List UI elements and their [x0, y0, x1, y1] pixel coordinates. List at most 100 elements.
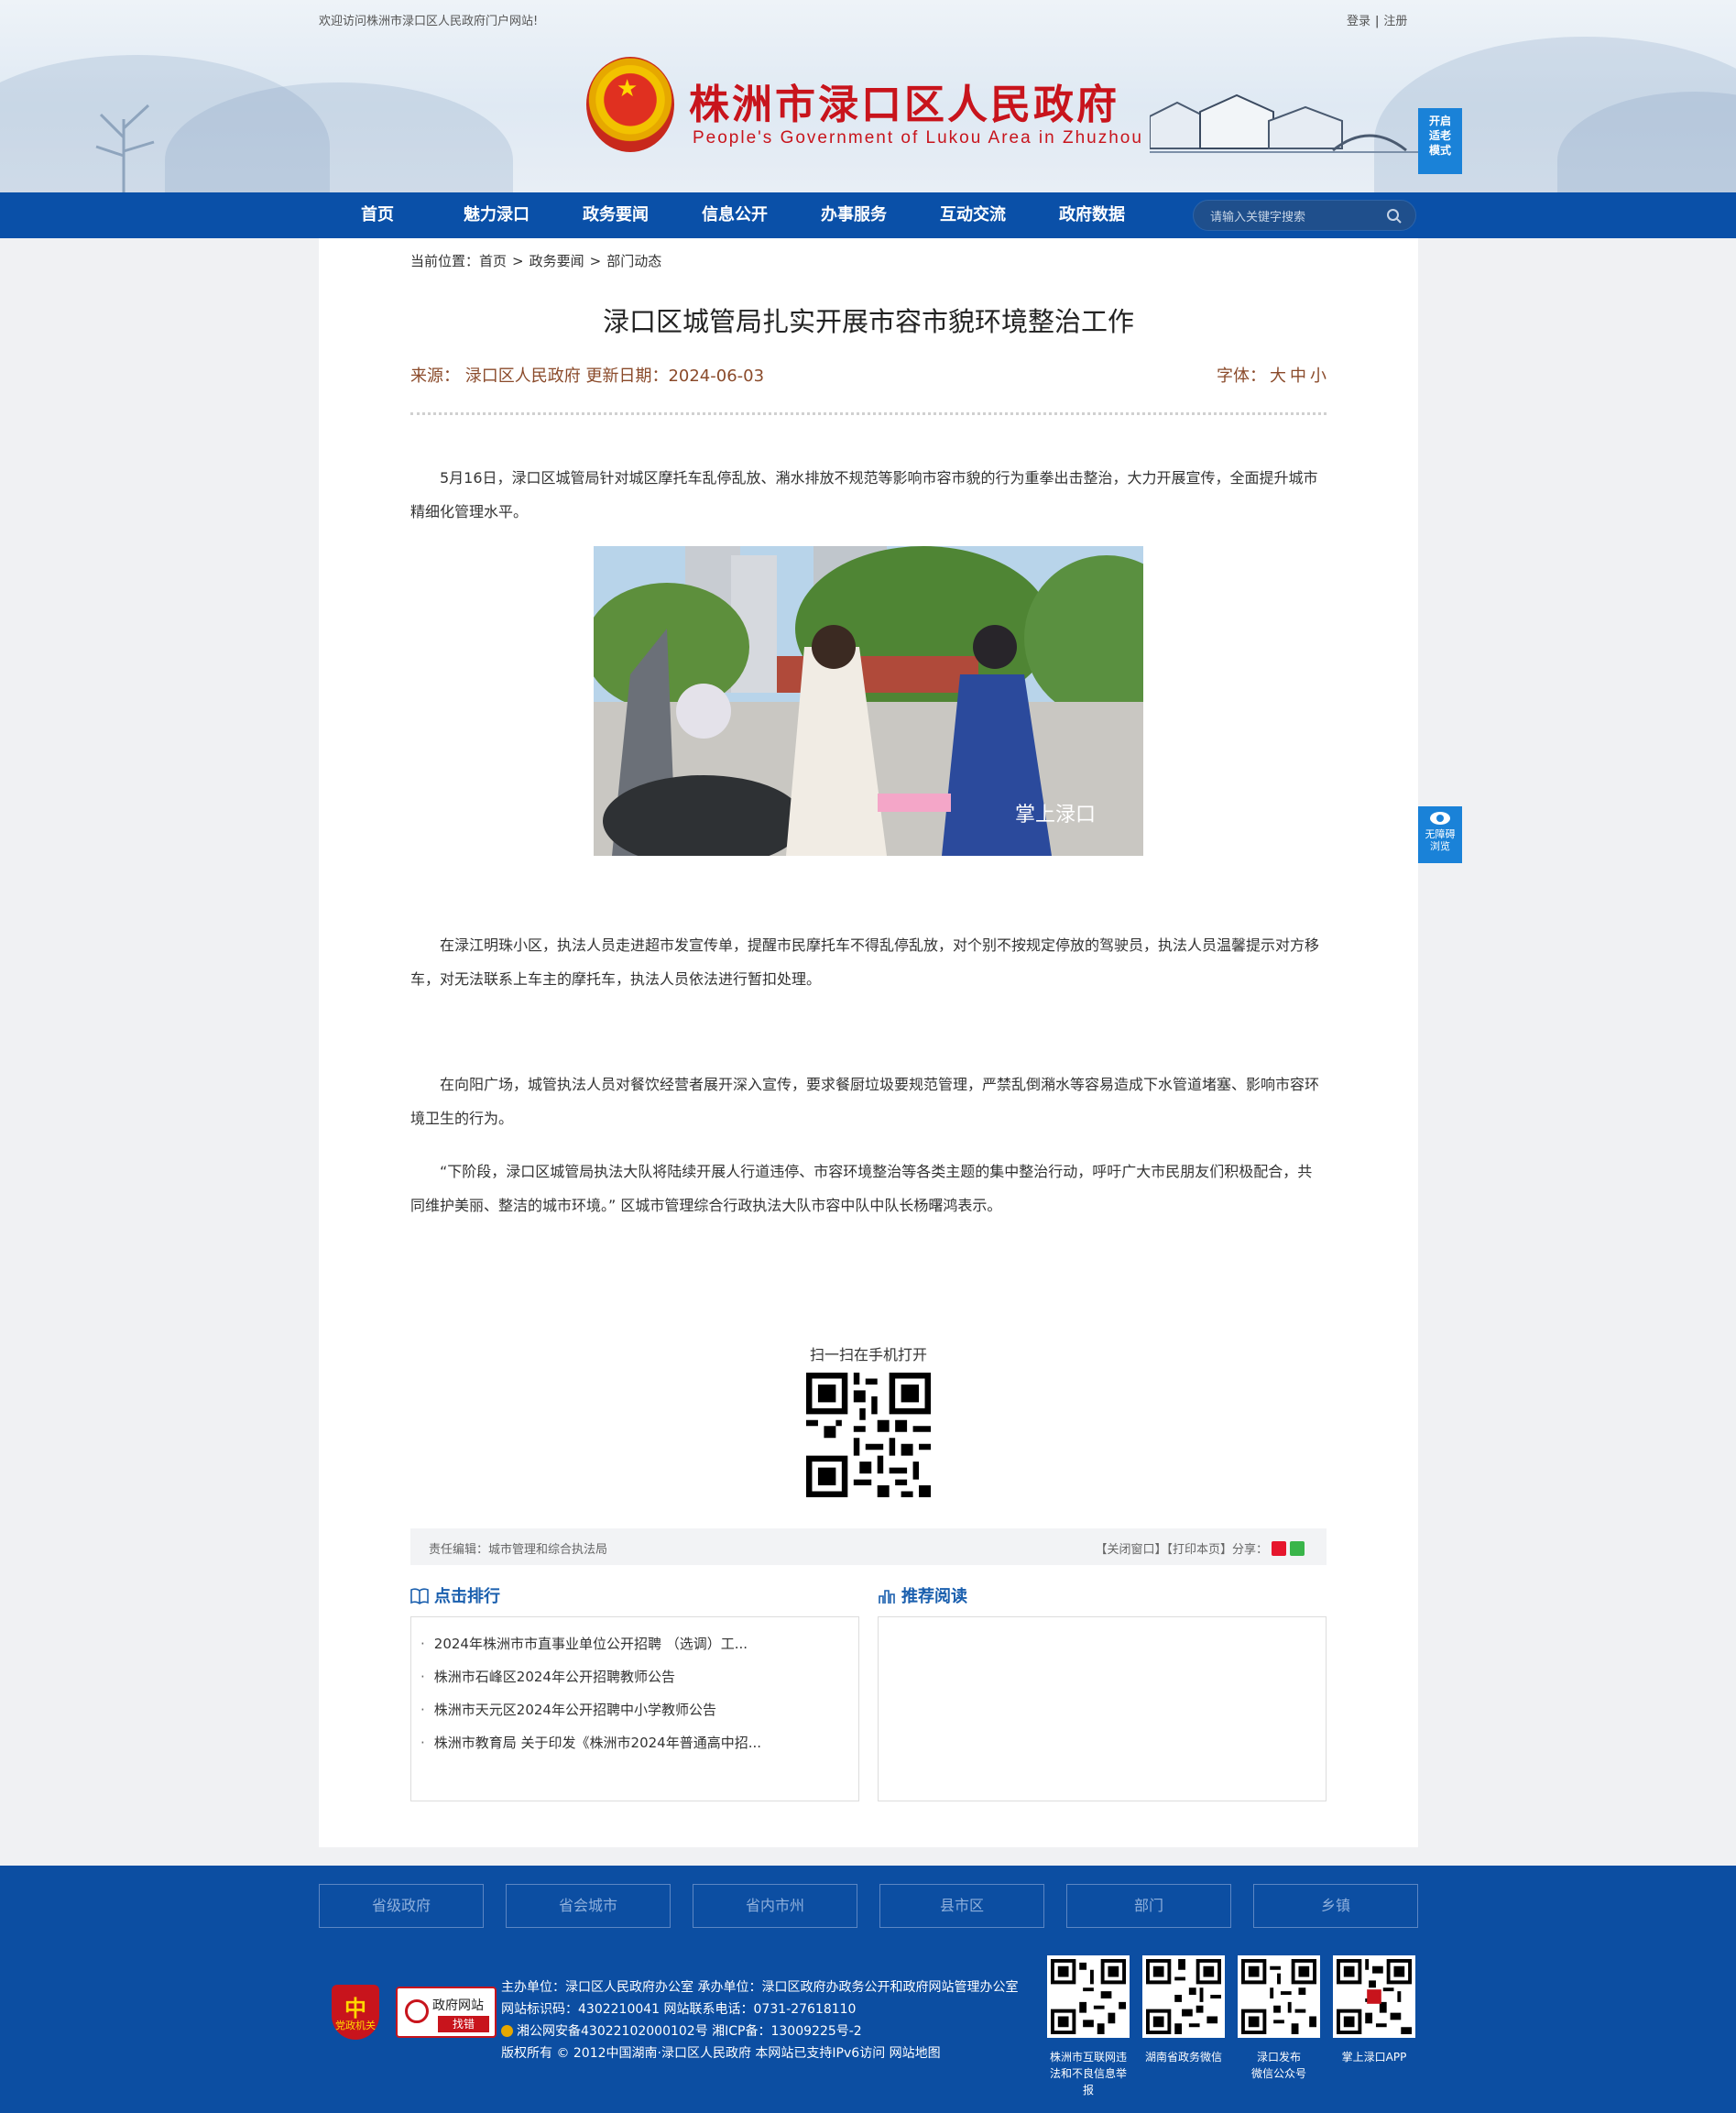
eye-icon — [1430, 812, 1450, 825]
footer-link-towns[interactable]: 乡镇 — [1253, 1884, 1418, 1928]
photo-watermark: 掌上渌口 — [1015, 804, 1096, 827]
ranking-item-text: 株洲市天元区2024年公开招聘中小学教师公告 — [433, 1702, 716, 1718]
report-error-line2: 找错 — [438, 2016, 489, 2032]
nav-item-charm-lukou[interactable]: 魅力渌口 — [464, 192, 530, 238]
qr-hunan-wechat — [1142, 1955, 1225, 2038]
qr-label-line: 湖南省政务微信 — [1144, 2051, 1222, 2064]
accessibility-button[interactable]: 无障碍 浏览 — [1418, 806, 1462, 863]
font-size-medium[interactable]: 中 — [1290, 367, 1306, 386]
qr-code-icon — [1146, 1959, 1221, 2034]
breadcrumb-news[interactable]: 政务要闻 — [530, 253, 584, 269]
footer-link-counties[interactable]: 县市区 — [879, 1884, 1044, 1928]
site-header: 欢迎访问株洲市渌口区人民政府门户网站! 登录 | 注册 ★ 株洲市渌口区人民政府 P… — [0, 0, 1736, 192]
article-paragraph: “下阶段，渌口区城管局执法大队将陆续开展人行道违停、市容环境整治等各类主题的集中… — [410, 1163, 1313, 1214]
bullet-icon: · — [420, 1636, 425, 1652]
footer-copyright: 版权所有 © 2012中国湖南·渌口区人民政府 本网站已支持IPv6访问 网站地… — [501, 2046, 941, 2061]
responsible-editor: 责任编辑：城市管理和综合执法局 — [429, 1543, 608, 1557]
breadcrumb-label: 当前位置： — [410, 253, 480, 269]
weibo-share-icon[interactable] — [1272, 1541, 1286, 1556]
bullet-icon: · — [420, 1735, 425, 1751]
nav-item-home[interactable]: 首页 — [361, 192, 394, 238]
footer-link-departments[interactable]: 部门 — [1066, 1884, 1231, 1928]
qr-label-line: 掌上渌口APP — [1341, 2051, 1407, 2064]
breadcrumb-dept-news[interactable]: 部门动态 — [606, 253, 661, 269]
search-input[interactable] — [1210, 206, 1375, 226]
national-emblem-icon: ★ — [586, 57, 674, 152]
article-tools: 【关闭窗口】【打印本页】分享： — [1095, 1539, 1305, 1557]
ranking-item-text: 株洲市石峰区2024年公开招聘教师公告 — [433, 1669, 675, 1685]
breadcrumb-sep: > — [589, 253, 602, 269]
site-footer: 省级政府 省会城市 省内市州 县市区 部门 乡镇 中 党政机关 政府网站 找错 … — [0, 1866, 1736, 2113]
nav-item-news[interactable]: 政务要闻 — [583, 192, 649, 238]
font-size-small[interactable]: 小 — [1310, 367, 1327, 386]
site-subtitle: People's Government of Lukou Area in Zhu… — [693, 128, 1143, 148]
close-window-link[interactable]: 【关闭窗口】 — [1095, 1543, 1166, 1557]
qr-label-hunan-wechat: 湖南省政务微信 — [1133, 2049, 1234, 2065]
search-icon[interactable] — [1386, 208, 1403, 224]
divider — [410, 412, 1327, 415]
recommend-box — [878, 1616, 1327, 1801]
qr-report-illegal — [1047, 1955, 1130, 2038]
magnifier-icon — [405, 1999, 429, 2023]
qr-code-icon — [1241, 1959, 1316, 2034]
editor-bar: 责任编辑：城市管理和综合执法局 【关闭窗口】【打印本页】分享： — [410, 1528, 1327, 1565]
ranking-item[interactable]: · 2024年株洲市市直事业单位公开招聘 （选调）工... — [420, 1634, 748, 1653]
footer-link-capital-cities[interactable]: 省会城市 — [506, 1884, 671, 1928]
register-link[interactable]: 注册 — [1383, 15, 1407, 28]
ranking-box: · 2024年株洲市市直事业单位公开招聘 （选调）工... · 株洲市石峰区2024… — [410, 1616, 859, 1801]
ranking-item[interactable]: · 株洲市天元区2024年公开招聘中小学教师公告 — [420, 1700, 716, 1719]
qr-label-lukou-app: 掌上渌口APP — [1324, 2049, 1425, 2065]
elder-mode-line: 模式 — [1428, 144, 1451, 157]
qr-label-line: 渌口发布 — [1256, 2051, 1301, 2064]
login-link[interactable]: 登录 — [1347, 15, 1370, 28]
article-card: 当前位置：首页 > 政务要闻 > 部门动态 渌口区城管局扎实开展市容市貌环境整治工作 来… — [319, 238, 1418, 1847]
footer-sponsor: 主办单位：渌口区人民政府办公室 承办单位：渌口区政府办政务公开和政府网站管理办公… — [501, 1980, 1019, 1995]
font-size-large[interactable]: 大 — [1270, 367, 1286, 386]
footer-record-text[interactable]: 湘公网安备43022102000102号 湘ICP备：13009225号-2 — [517, 2024, 862, 2039]
footer-link-province-cities[interactable]: 省内市州 — [693, 1884, 857, 1928]
breadcrumb-home[interactable]: 首页 — [479, 253, 507, 269]
bullet-icon: · — [420, 1669, 425, 1685]
ranking-item[interactable]: · 株洲市教育局 关于印发《株洲市2024年普通高中招... — [420, 1733, 761, 1752]
link-separator: | — [1375, 15, 1380, 28]
article-title: 渌口区城管局扎实开展市容市貌环境整治工作 — [602, 306, 1134, 337]
article-meta: 来源： 渌口区人民政府 更新日期：2024-06-03 — [410, 367, 765, 386]
photo-scene: 掌上渌口 — [594, 546, 1143, 856]
nav-item-info-disclosure[interactable]: 信息公开 — [702, 192, 768, 238]
tree-decoration-icon — [95, 104, 155, 192]
qr-label-lukou-wechat: 渌口发布 微信公众号 — [1228, 2049, 1329, 2082]
footer-site-id: 网站标识码：4302210041 网站联系电话：0731-27618110 — [501, 2002, 857, 2017]
nav-item-interaction[interactable]: 互动交流 — [940, 192, 1006, 238]
elder-mode-line: 适老 — [1428, 129, 1451, 142]
article-paragraph: 在向阳广场，城管执法人员对餐饮经营者展开深入宣传，要求餐厨垃圾要规范管理，严禁乱… — [410, 1076, 1320, 1127]
qr-code-icon — [806, 1373, 931, 1497]
qr-lukou-wechat — [1238, 1955, 1320, 2038]
article-paragraph: 5月16日，渌口区城管局针对城区摩托车乱停乱放、潲水排放不规范等影响市容市貌的行… — [410, 469, 1318, 520]
elder-mode-button[interactable]: 开启 适老 模式 — [1418, 108, 1462, 174]
qr-label-line: 株洲市互联网违 — [1049, 2051, 1127, 2064]
footer-link-provincial-gov[interactable]: 省级政府 — [319, 1884, 484, 1928]
report-error-button[interactable]: 政府网站 找错 — [396, 1987, 497, 2038]
nav-item-gov-data[interactable]: 政府数据 — [1059, 192, 1125, 238]
print-page-link[interactable]: 【打印本页】 — [1166, 1543, 1232, 1557]
qr-label-line: 报 — [1082, 2084, 1094, 2097]
account-links: 登录 | 注册 — [1347, 11, 1407, 28]
wechat-share-icon[interactable] — [1290, 1541, 1305, 1556]
qr-label-report-illegal: 株洲市互联网违 法和不良信息举 报 — [1038, 2049, 1139, 2098]
bullet-icon: · — [420, 1702, 425, 1718]
qr-code-icon — [1337, 1959, 1412, 2034]
breadcrumb-sep: > — [512, 253, 524, 269]
report-error-line1: 政府网站 — [432, 1998, 484, 2013]
recommend-heading: 推荐阅读 — [878, 1583, 967, 1607]
accessibility-line: 浏览 — [1430, 840, 1450, 852]
badge-emblem-icon: 中 — [344, 1996, 366, 2021]
party-gov-badge[interactable]: 中 党政机关 — [332, 1985, 379, 2040]
main-nav: 首页 魅力渌口 政务要闻 信息公开 办事服务 互动交流 政府数据 — [0, 192, 1736, 238]
qr-code-icon — [1051, 1959, 1126, 2034]
book-icon — [410, 1588, 429, 1604]
ranking-item[interactable]: · 株洲市石峰区2024年公开招聘教师公告 — [420, 1667, 675, 1686]
qr-lukou-app — [1333, 1955, 1415, 2038]
site-title: 株洲市渌口区人民政府 — [689, 82, 1119, 128]
qr-label: 扫一扫在手机打开 — [809, 1346, 927, 1363]
nav-item-services[interactable]: 办事服务 — [821, 192, 887, 238]
